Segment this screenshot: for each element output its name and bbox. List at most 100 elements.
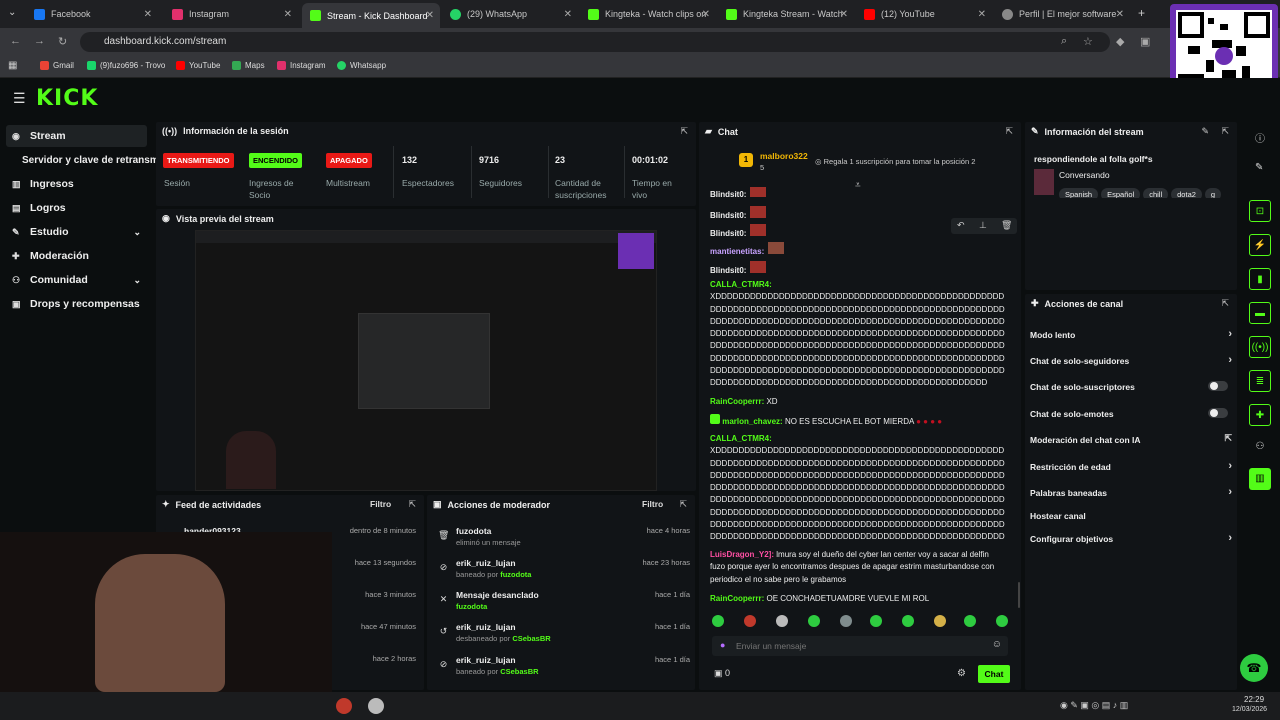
close-icon[interactable]: ✕: [978, 9, 986, 20]
floating-support-icon[interactable]: ☎: [1240, 654, 1268, 682]
emote-icon[interactable]: [808, 615, 820, 627]
channel-action-objetivos[interactable]: Configurar objetivos ›: [1030, 532, 1236, 544]
chat-username[interactable]: Blindsit0:: [710, 266, 746, 275]
bookmark-trovo[interactable]: (9)fuzo696 - Trovo: [87, 61, 165, 70]
tab-instagram[interactable]: Instagram ✕: [164, 4, 298, 24]
mod-actor[interactable]: fuzodota: [500, 570, 531, 579]
chat-username[interactable]: CALLA_CTMR4:: [710, 433, 1006, 445]
mod-actor[interactable]: fuzodota: [456, 602, 487, 611]
bookmark-maps[interactable]: Maps: [232, 61, 265, 70]
close-icon[interactable]: ✕: [144, 9, 152, 20]
rail-wrench-icon[interactable]: ✚: [1249, 404, 1271, 426]
channel-action-moderacion-ia[interactable]: Moderación del chat con IA ⇱: [1030, 433, 1236, 445]
close-icon[interactable]: ✕: [1116, 9, 1124, 20]
chat-username[interactable]: mantienetitas:: [710, 247, 764, 256]
bookmark-instagram[interactable]: Instagram: [277, 61, 326, 70]
reload-icon[interactable]: ↻: [58, 35, 67, 48]
filter-button[interactable]: Filtro: [642, 499, 663, 509]
mod-actor[interactable]: CSebasBR: [512, 634, 550, 643]
points-display[interactable]: ▣ 0: [714, 668, 730, 679]
tab-whatsapp[interactable]: (29) WhatsApp ✕: [442, 4, 578, 24]
mod-target[interactable]: erik_ruiz_lujan: [456, 622, 516, 632]
chat-username[interactable]: CALLA_CTMR4:: [710, 279, 1006, 291]
mod-target[interactable]: erik_ruiz_lujan: [456, 655, 516, 665]
bookmark-youtube[interactable]: YouTube: [176, 61, 220, 70]
chat-username[interactable]: RainCooperrr:: [710, 594, 764, 603]
sidebar-item-logros[interactable]: ▤ Logros: [6, 197, 147, 219]
sidebar-item-stream[interactable]: ◉ Stream: [6, 125, 147, 147]
tag[interactable]: chill: [1143, 188, 1169, 198]
edit-icon[interactable]: ✎: [1255, 162, 1263, 173]
chat-username[interactable]: RainCooperrr:: [710, 397, 764, 406]
chat-username[interactable]: marlon_chavez:: [722, 417, 782, 426]
menu-icon[interactable]: ☰: [13, 90, 26, 107]
mod-actor[interactable]: CSebasBR: [500, 667, 538, 676]
top-gifter-name[interactable]: malboro322: [760, 151, 808, 161]
stream-preview-video[interactable]: [195, 230, 657, 491]
emote-icon[interactable]: [840, 615, 852, 627]
tab-kick-dashboard[interactable]: Stream - Kick Dashboard ✕: [302, 3, 440, 28]
emote-icon[interactable]: [870, 615, 882, 627]
bookmark-star-icon[interactable]: ☆: [1083, 35, 1093, 48]
emote-icon[interactable]: [964, 615, 976, 627]
chat-username[interactable]: Blindsit0:: [710, 190, 746, 199]
tag[interactable]: Spanish: [1059, 188, 1099, 198]
sidebar-item-ingresos[interactable]: ▥ Ingresos: [6, 173, 147, 195]
rail-scan-icon[interactable]: ⊡: [1249, 200, 1271, 222]
tray-icons[interactable]: ◉ ✎ ▣ ◎ ▤ ♪ ▥: [1060, 700, 1128, 711]
emote-icon[interactable]: [996, 615, 1008, 627]
back-icon[interactable]: ←: [10, 35, 21, 47]
channel-action-modo-lento[interactable]: Modo lento ›: [1030, 328, 1236, 340]
sidebar-item-moderacion[interactable]: ✚ Moderación: [6, 245, 147, 267]
chat-username[interactable]: Blindsit0:: [710, 229, 746, 238]
edit-icon[interactable]: ✎: [1201, 126, 1209, 137]
category-name[interactable]: Conversando: [1059, 170, 1110, 180]
gift-cta[interactable]: ◎ Regala 1 suscripción para tomar la pos…: [815, 157, 975, 166]
emote-icon[interactable]: [902, 615, 914, 627]
bookmark-gmail[interactable]: Gmail: [40, 61, 74, 70]
settings-gear-icon[interactable]: ⚙: [957, 668, 966, 679]
rail-broadcast-icon[interactable]: ((•)): [1249, 336, 1271, 358]
rail-doc-icon[interactable]: ▮: [1249, 268, 1271, 290]
chat-input[interactable]: [736, 638, 976, 654]
close-icon[interactable]: ✕: [284, 9, 292, 20]
emote-icon[interactable]: [934, 615, 946, 627]
toggle-switch[interactable]: [1208, 408, 1228, 418]
puzzle-icon[interactable]: ▣: [1140, 35, 1150, 48]
chat-username[interactable]: LuisDragon_Y2]:: [710, 550, 774, 559]
rail-people-icon[interactable]: ⚇: [1249, 436, 1271, 458]
tab-facebook[interactable]: Facebook ✕: [26, 4, 158, 24]
sidebar-item-estudio[interactable]: ✎ Estudio ⌄: [6, 221, 147, 243]
url-field[interactable]: dashboard.kick.com/stream: [80, 32, 1110, 52]
bookmark-whatsapp[interactable]: Whatsapp: [337, 61, 386, 70]
chat-username[interactable]: Blindsit0:: [710, 211, 746, 220]
channel-action-restriccion-edad[interactable]: Restricción de edad ›: [1030, 460, 1236, 472]
new-tab-icon[interactable]: +: [1138, 6, 1145, 20]
toggle-switch[interactable]: [1208, 381, 1228, 391]
popout-icon[interactable]: ⇱: [679, 499, 687, 510]
chat-scrollbar[interactable]: [1018, 582, 1020, 608]
tag[interactable]: dota2: [1171, 188, 1202, 198]
tab-perfil[interactable]: Perfil | El mejor software ✕: [994, 4, 1130, 24]
send-chat-button[interactable]: Chat: [978, 665, 1010, 683]
popout-icon[interactable]: ⇱: [408, 499, 416, 510]
mod-target[interactable]: fuzodota: [456, 526, 491, 536]
tag[interactable]: g: [1204, 188, 1222, 198]
popout-icon[interactable]: ⇱: [1005, 126, 1013, 137]
tab-search-icon[interactable]: ⌄: [8, 7, 16, 18]
popout-icon[interactable]: ⇱: [1221, 298, 1229, 309]
rail-chat-icon[interactable]: ▬: [1249, 302, 1271, 324]
app-icon[interactable]: [336, 698, 352, 714]
emoji-icon[interactable]: ☺: [992, 639, 1002, 650]
rail-bolt-icon[interactable]: ⚡: [1249, 234, 1271, 256]
tab-youtube[interactable]: (12) YouTube ✕: [856, 4, 992, 24]
emote-icon[interactable]: [776, 615, 788, 627]
close-icon[interactable]: ✕: [840, 9, 848, 20]
sidebar-item-comunidad[interactable]: ⚇ Comunidad ⌄: [6, 269, 147, 291]
forward-icon[interactable]: →: [34, 35, 45, 47]
zoom-icon[interactable]: ⌕: [1061, 35, 1067, 48]
channel-action-palabras-baneadas[interactable]: Palabras baneadas ›: [1030, 486, 1236, 498]
sidebar-item-server-key[interactable]: Servidor y clave de retransmi: [16, 149, 156, 171]
info-icon[interactable]: ⓘ: [1255, 130, 1265, 145]
sidebar-item-drops[interactable]: ▣ Drops y recompensas: [6, 293, 147, 315]
